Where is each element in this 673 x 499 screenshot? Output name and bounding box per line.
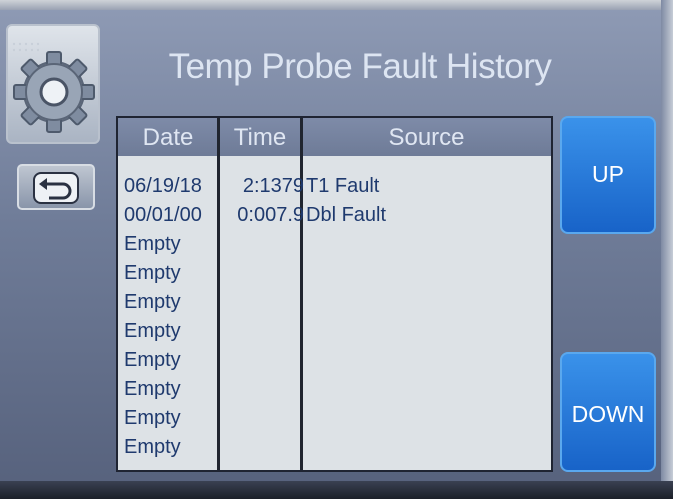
- table-header: Date Time Source: [118, 118, 551, 156]
- screen-bezel-top: [0, 0, 673, 10]
- table-cell-date: Empty: [124, 378, 181, 400]
- back-arrow-icon: [33, 172, 79, 204]
- time-column: 2:1379 0:007.9: [220, 172, 304, 230]
- source-column: T1 Fault Dbl Fault: [306, 172, 536, 230]
- settings-button[interactable]: [6, 24, 100, 144]
- up-button[interactable]: UP: [560, 116, 656, 234]
- back-button[interactable]: [17, 164, 95, 210]
- table-cell-date: Empty: [124, 262, 181, 284]
- table-cell-date: Empty: [124, 233, 181, 255]
- table-cell-date: Empty: [124, 407, 181, 429]
- column-header-source: Source: [388, 124, 465, 151]
- fault-history-table: Date Time Source 06/19/18 00/01/00 Empty…: [116, 116, 553, 472]
- table-cell-date: Empty: [124, 320, 181, 342]
- table-cell-source: Dbl Fault: [306, 204, 387, 226]
- touchscreen-display: Temp Probe Fault History Date Time Sourc…: [0, 0, 673, 499]
- screen-bezel-right: [661, 0, 673, 499]
- down-button[interactable]: DOWN: [560, 352, 656, 472]
- screen-bezel-bottom: [0, 481, 673, 499]
- table-cell-date: 06/19/18: [124, 175, 202, 197]
- table-cell-date: Empty: [124, 291, 181, 313]
- column-divider: [300, 118, 303, 470]
- table-cell-date: 00/01/00: [124, 204, 202, 226]
- table-cell-time: 0:007.9: [237, 204, 304, 226]
- table-cell-date: Empty: [124, 436, 181, 458]
- column-header-time: Time: [233, 124, 287, 151]
- column-header-date: Date: [142, 124, 194, 151]
- gear-icon: [12, 42, 95, 133]
- table-cell-source: T1 Fault: [306, 175, 380, 197]
- page-title: Temp Probe Fault History: [168, 47, 552, 86]
- table-cell-date: Empty: [124, 349, 181, 371]
- table-cell-time: 2:1379: [242, 175, 304, 197]
- date-column: 06/19/18 00/01/00 Empty Empty Empty Empt…: [124, 172, 220, 462]
